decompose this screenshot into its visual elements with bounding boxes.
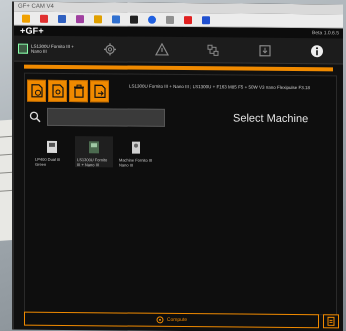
machine-label: Machine Fornito III Nano III xyxy=(119,157,153,168)
search-icon xyxy=(29,111,41,123)
machine-settings-button[interactable] xyxy=(48,79,67,103)
machine-item[interactable]: Machine Fornito III Nano III xyxy=(117,136,155,168)
help-icon[interactable] xyxy=(202,15,210,24)
tab-settings[interactable] xyxy=(84,42,136,56)
new-file-icon xyxy=(30,84,43,98)
open-icon[interactable] xyxy=(94,14,102,23)
select-machine-title: Select Machine xyxy=(233,112,309,126)
stop-icon[interactable] xyxy=(184,15,192,24)
machine-list: LP400 Dual III Green LS1300U Fornito III… xyxy=(33,136,155,168)
brand-logo: +GF+ xyxy=(20,25,44,36)
folder-icon[interactable] xyxy=(58,14,66,23)
export-icon xyxy=(259,44,271,56)
nav-machine-label: LS1300U Fornito III + Nano III xyxy=(31,43,74,54)
globe-icon[interactable] xyxy=(148,15,156,24)
tools-icon[interactable] xyxy=(166,15,174,24)
file-icon[interactable] xyxy=(22,14,30,23)
machine-item[interactable]: LS1300U Fornito III + Nano III xyxy=(75,136,113,168)
machine-label: LS1300U Fornito III + Nano III xyxy=(77,157,108,168)
search-row xyxy=(29,107,165,127)
nav-machine-tab[interactable]: LS1300U Fornito III + Nano III xyxy=(14,43,84,54)
tab-info[interactable] xyxy=(291,43,343,57)
tab-warnings[interactable] xyxy=(136,42,188,56)
delete-machine-button[interactable] xyxy=(69,80,88,103)
machine-thumbnail xyxy=(18,43,28,54)
flag-icon[interactable] xyxy=(40,14,48,23)
report-button[interactable] xyxy=(323,314,339,329)
tab-export[interactable] xyxy=(239,43,291,57)
document-icon xyxy=(327,316,335,326)
settings-gear-icon xyxy=(103,42,116,55)
app-window: GF+ CAM V4 +GF+ Beta 1.0.6.5 LS1300U For… xyxy=(12,1,343,331)
compute-label: Compute xyxy=(166,316,188,324)
network-icon xyxy=(207,44,219,56)
search-input[interactable] xyxy=(47,107,165,127)
tab-network[interactable] xyxy=(188,43,240,57)
file-export-icon xyxy=(93,84,106,98)
file-settings-icon xyxy=(51,84,64,98)
pen-icon[interactable] xyxy=(76,14,84,23)
warning-icon xyxy=(154,42,169,56)
compute-icon xyxy=(156,316,164,324)
machine-label: LP400 Dual III Green xyxy=(35,156,61,167)
machine-icon xyxy=(89,141,99,154)
save-icon[interactable] xyxy=(112,14,120,23)
trash-icon xyxy=(73,84,84,98)
version-label: Beta 1.0.6.5 xyxy=(312,30,339,37)
new-machine-button[interactable] xyxy=(27,79,46,102)
action-buttons xyxy=(27,79,109,103)
machine-panel: LS1300U Fornito III + Nano III ; LS1300U… xyxy=(24,72,337,316)
accent-bar xyxy=(24,64,333,72)
monitor-icon[interactable] xyxy=(130,15,138,24)
machine-icon xyxy=(47,140,57,153)
machine-icon xyxy=(132,141,140,154)
compute-button[interactable]: Compute xyxy=(24,311,319,329)
machine-info-text: LS1300U Fornito III + Nano III ; LS1300U… xyxy=(129,83,310,91)
info-icon xyxy=(311,44,324,57)
machine-item[interactable]: LP400 Dual III Green xyxy=(33,136,71,167)
main-nav: LS1300U Fornito III + Nano III xyxy=(14,35,343,65)
export-machine-button[interactable] xyxy=(90,80,109,103)
window-title: GF+ CAM V4 xyxy=(18,3,54,10)
